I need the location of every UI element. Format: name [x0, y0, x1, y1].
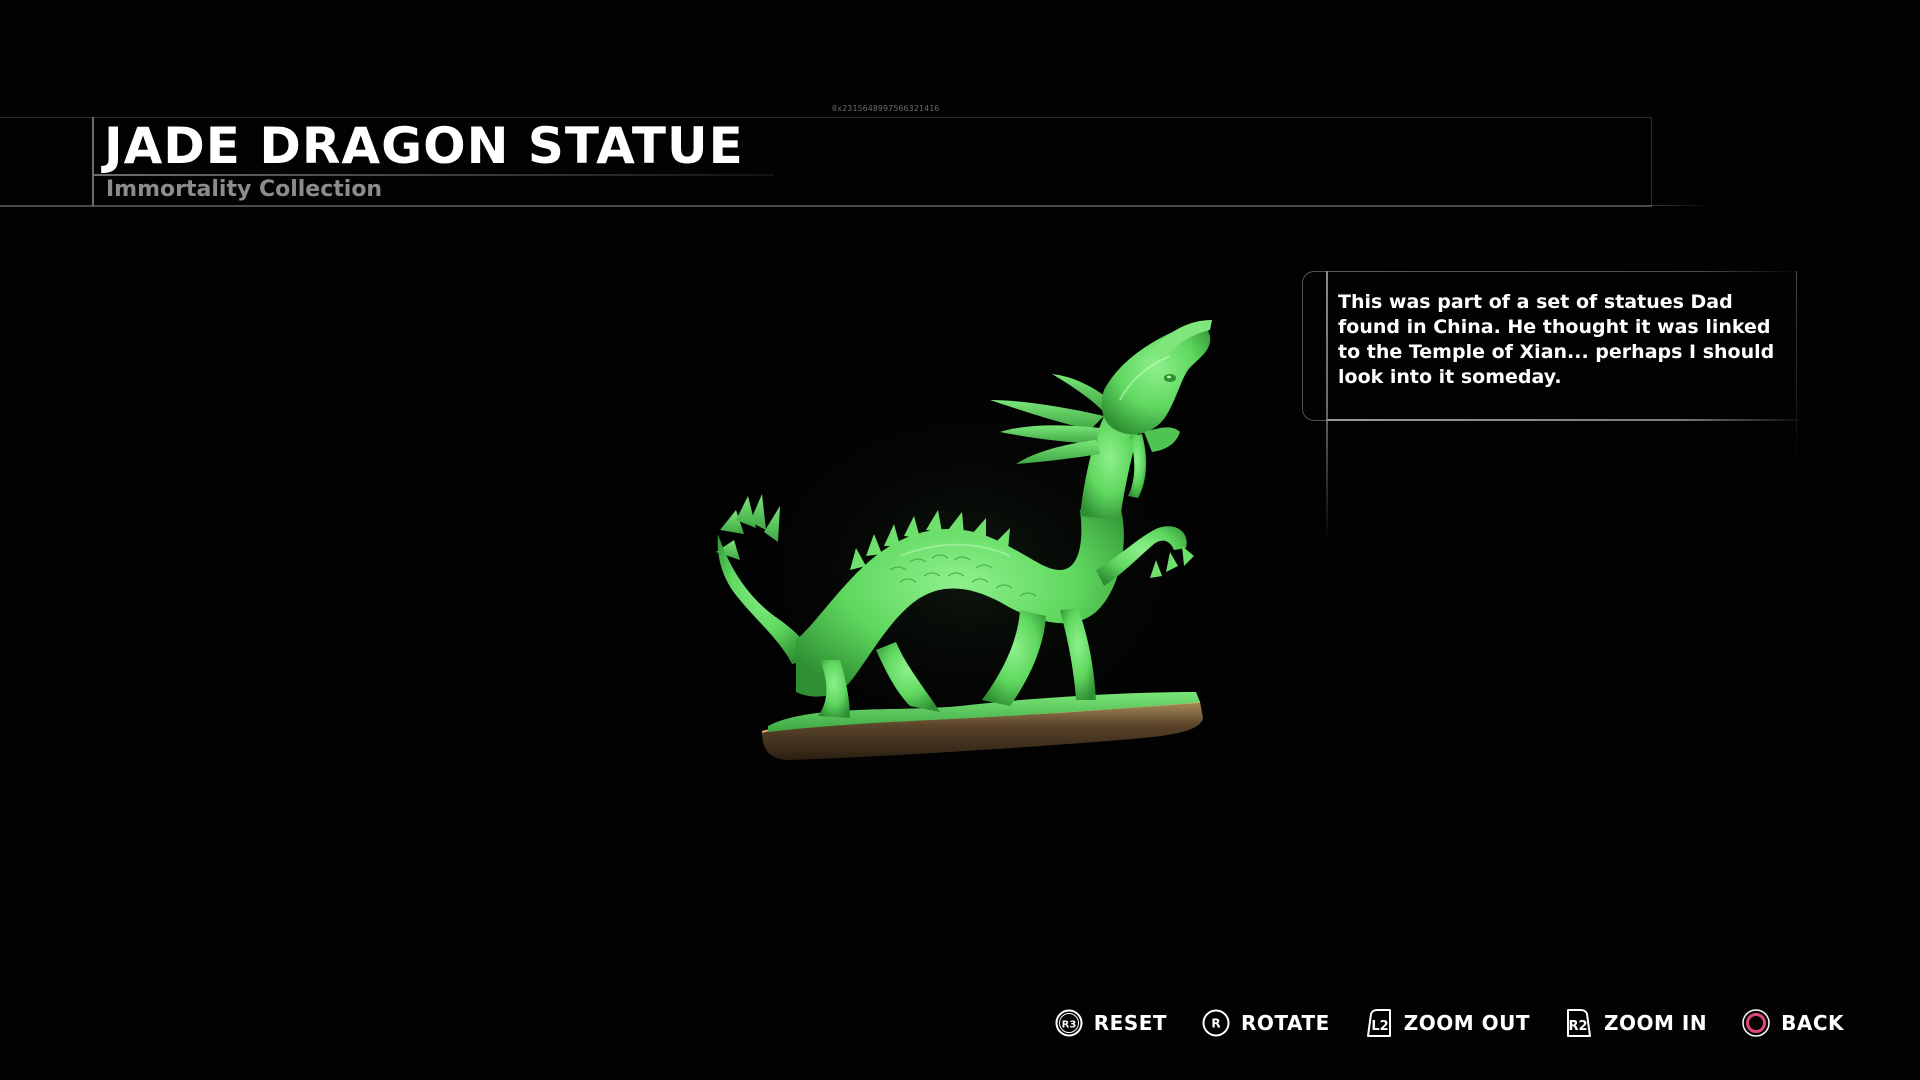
header-bracket: [92, 117, 94, 206]
button-glyph-label: L2: [1371, 1019, 1388, 1034]
zoom-out-label: ZOOM OUT: [1403, 1011, 1531, 1035]
jade-dragon-statue: [710, 320, 1230, 770]
card-top-line: [1327, 271, 1798, 272]
zoom-in-hint[interactable]: R2 ZOOM IN: [1564, 1008, 1707, 1038]
item-title: JADE DRAGON STATUE: [104, 117, 744, 175]
reset-label: RESET: [1093, 1011, 1168, 1035]
r3-button-icon: R3: [1055, 1009, 1083, 1037]
card-inner-line: [1326, 271, 1328, 541]
right-stick-icon: R: [1202, 1009, 1230, 1037]
control-hints: R3 RESET R ROTATE L2 ZOOM OUT R2 ZOOM IN…: [1054, 1008, 1844, 1038]
zoom-out-hint[interactable]: L2 ZOOM OUT: [1364, 1008, 1530, 1038]
item-collection: Immortality Collection: [106, 177, 383, 202]
back-label: BACK: [1781, 1011, 1844, 1035]
reset-hint[interactable]: R3 RESET: [1054, 1008, 1167, 1038]
rotate-hint[interactable]: R ROTATE: [1201, 1008, 1330, 1038]
model-viewport[interactable]: [700, 320, 1240, 770]
button-glyph-label: R3: [1061, 1020, 1076, 1031]
r2-trigger-icon: R2: [1567, 1009, 1592, 1037]
header-extension-line: [1652, 205, 1712, 206]
card-right-line: [1796, 271, 1797, 471]
back-hint[interactable]: BACK: [1741, 1008, 1844, 1038]
circle-button-icon: [1742, 1009, 1770, 1037]
button-glyph-label: R: [1211, 1017, 1220, 1031]
card-bottom-line: [1327, 419, 1798, 421]
item-id: 0x2315648997566321416: [832, 104, 940, 113]
button-glyph-label: R2: [1569, 1019, 1588, 1034]
rotate-label: ROTATE: [1241, 1011, 1330, 1035]
zoom-in-label: ZOOM IN: [1604, 1011, 1708, 1035]
description-text: This was part of a set of statues Dad fo…: [1338, 291, 1775, 388]
l2-trigger-icon: L2: [1366, 1009, 1391, 1037]
